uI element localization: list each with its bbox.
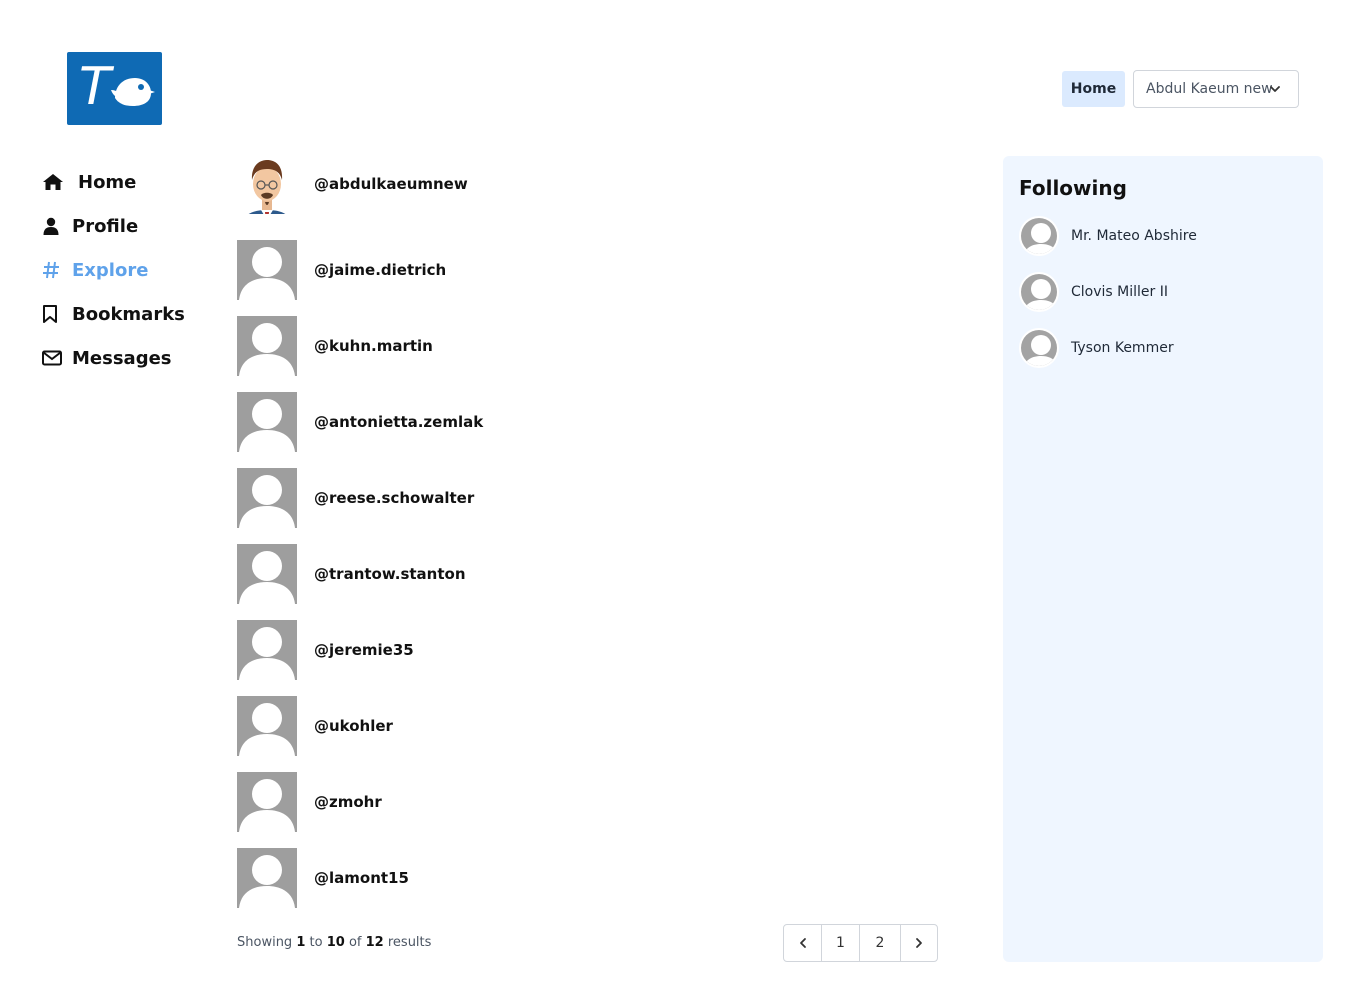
nav-item-profile[interactable]: Profile	[42, 204, 185, 248]
avatar	[237, 316, 297, 376]
header-home-button[interactable]: Home	[1062, 71, 1125, 107]
avatar	[237, 240, 297, 300]
avatar	[237, 696, 297, 756]
user-handle[interactable]: @jeremie35	[314, 641, 414, 659]
user-row[interactable]: @trantow.stanton	[237, 544, 466, 604]
nav-label-explore: Explore	[72, 259, 149, 281]
following-name[interactable]: Clovis Miller II	[1071, 284, 1168, 300]
user-menu-label: Abdul Kaeum new	[1146, 81, 1273, 97]
user-row[interactable]: @jaime.dietrich	[237, 240, 446, 300]
bookmark-icon	[42, 305, 68, 323]
results-to: 10	[326, 935, 345, 950]
chevron-down-icon	[1270, 86, 1280, 92]
app-logo[interactable]: T	[67, 52, 162, 125]
avatar	[237, 154, 297, 214]
following-name[interactable]: Tyson Kemmer	[1071, 340, 1174, 356]
results-from: 1	[296, 935, 306, 950]
results-to-word: to	[309, 935, 323, 950]
results-summary: Showing 1 to 10 of 12 results	[237, 935, 431, 950]
user-handle[interactable]: @reese.schowalter	[314, 489, 474, 507]
user-row[interactable]: @ukohler	[237, 696, 393, 756]
home-icon	[42, 173, 68, 191]
logo-letter: T	[79, 57, 111, 117]
prev-page-button[interactable]	[784, 925, 822, 961]
nav-label-profile: Profile	[72, 215, 139, 237]
nav-item-explore[interactable]: Explore	[42, 248, 185, 292]
nav-label-messages: Messages	[72, 347, 172, 369]
pagination: 1 2	[783, 924, 938, 962]
user-handle[interactable]: @lamont15	[314, 869, 409, 887]
avatar	[237, 772, 297, 832]
user-row[interactable]: @abdulkaeumnew	[237, 154, 468, 214]
user-handle[interactable]: @jaime.dietrich	[314, 261, 446, 279]
nav-item-bookmarks[interactable]: Bookmarks	[42, 292, 185, 336]
envelope-icon	[42, 350, 68, 366]
nav-label-bookmarks: Bookmarks	[72, 303, 185, 325]
results-word: results	[387, 935, 432, 950]
user-handle[interactable]: @abdulkaeumnew	[314, 175, 468, 193]
results-total: 12	[365, 935, 384, 950]
avatar	[237, 848, 297, 908]
avatar	[237, 392, 297, 452]
following-panel: Following Mr. Mateo Abshire Clovis Mille…	[1003, 156, 1323, 962]
user-handle[interactable]: @trantow.stanton	[314, 565, 466, 583]
user-row[interactable]: @antonietta.zemlak	[237, 392, 483, 452]
avatar	[1019, 216, 1059, 256]
nav-item-messages[interactable]: Messages	[42, 336, 185, 380]
following-title: Following	[1019, 176, 1127, 200]
nav-item-home[interactable]: Home	[42, 160, 185, 204]
results-prefix: Showing	[237, 935, 293, 950]
avatar	[1019, 272, 1059, 312]
avatar	[1019, 328, 1059, 368]
user-menu-dropdown[interactable]: Abdul Kaeum new	[1133, 70, 1299, 108]
user-handle[interactable]: @kuhn.martin	[314, 337, 433, 355]
avatar	[237, 468, 297, 528]
nav-label-home: Home	[78, 171, 137, 193]
results-of-word: of	[348, 935, 362, 950]
following-item[interactable]: Tyson Kemmer	[1019, 328, 1174, 368]
user-row[interactable]: @lamont15	[237, 848, 409, 908]
avatar	[237, 620, 297, 680]
following-name[interactable]: Mr. Mateo Abshire	[1071, 228, 1197, 244]
following-item[interactable]: Clovis Miller II	[1019, 272, 1168, 312]
user-row[interactable]: @jeremie35	[237, 620, 414, 680]
next-page-button[interactable]	[901, 925, 937, 961]
page-2-button[interactable]: 2	[860, 925, 901, 961]
user-handle[interactable]: @zmohr	[314, 793, 382, 811]
chevron-right-icon	[916, 938, 922, 948]
user-row[interactable]: @reese.schowalter	[237, 468, 474, 528]
avatar	[237, 544, 297, 604]
user-handle[interactable]: @ukohler	[314, 717, 393, 735]
user-row[interactable]: @kuhn.martin	[237, 316, 433, 376]
user-icon	[42, 217, 68, 235]
chevron-left-icon	[799, 938, 806, 948]
following-item[interactable]: Mr. Mateo Abshire	[1019, 216, 1197, 256]
bird-icon	[111, 78, 155, 106]
main-nav: Home Profile Explore Bookmarks Messages	[42, 160, 185, 380]
hashtag-icon	[42, 261, 68, 279]
page-1-button[interactable]: 1	[822, 925, 860, 961]
user-handle[interactable]: @antonietta.zemlak	[314, 413, 483, 431]
user-row[interactable]: @zmohr	[237, 772, 382, 832]
